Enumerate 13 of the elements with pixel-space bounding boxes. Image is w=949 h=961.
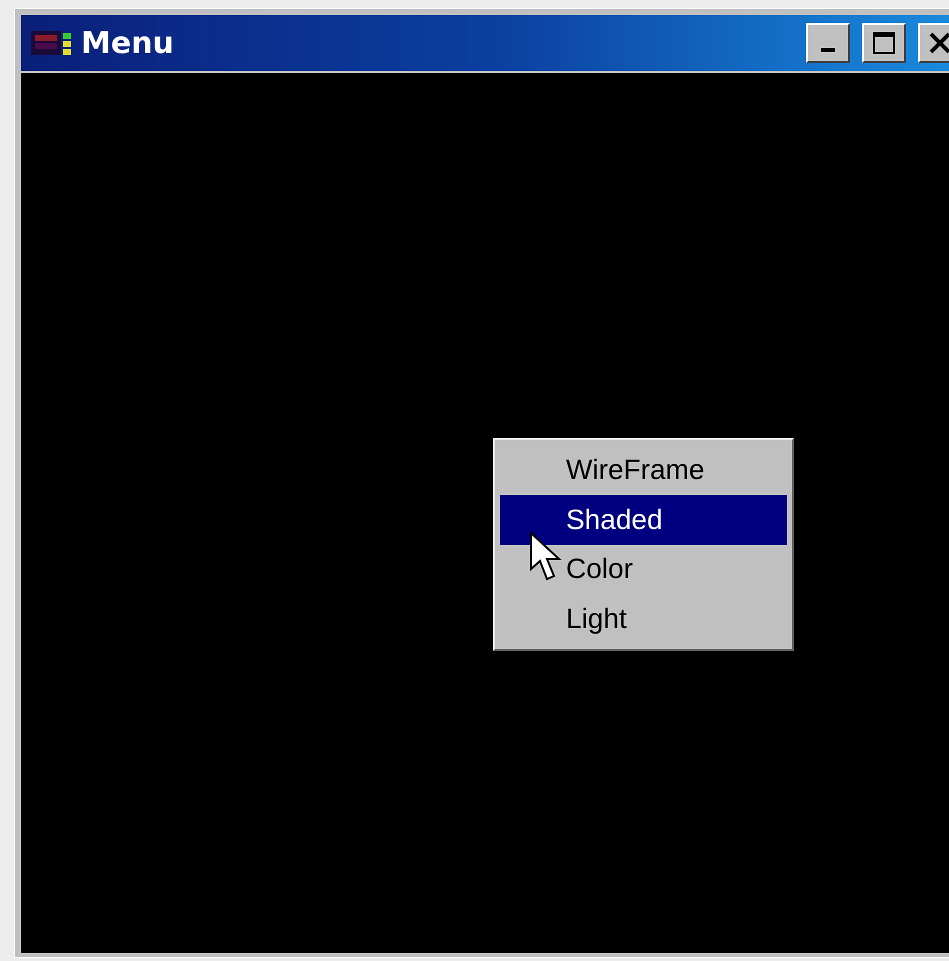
menu-item[interactable]: Light [500,594,787,644]
minimize-button[interactable] [806,23,850,63]
maximize-button[interactable] [862,23,906,63]
menu-item[interactable]: Color [500,544,787,594]
app-icon [31,29,73,57]
close-button[interactable] [918,23,949,63]
menu-item[interactable]: Shaded [500,494,787,544]
mouse-pointer-icon [529,531,563,583]
close-icon [928,32,949,54]
menu-item[interactable]: WireFrame [500,445,787,495]
window-title: Menu [81,26,175,60]
maximize-icon [872,31,896,55]
minimize-icon [821,48,835,52]
